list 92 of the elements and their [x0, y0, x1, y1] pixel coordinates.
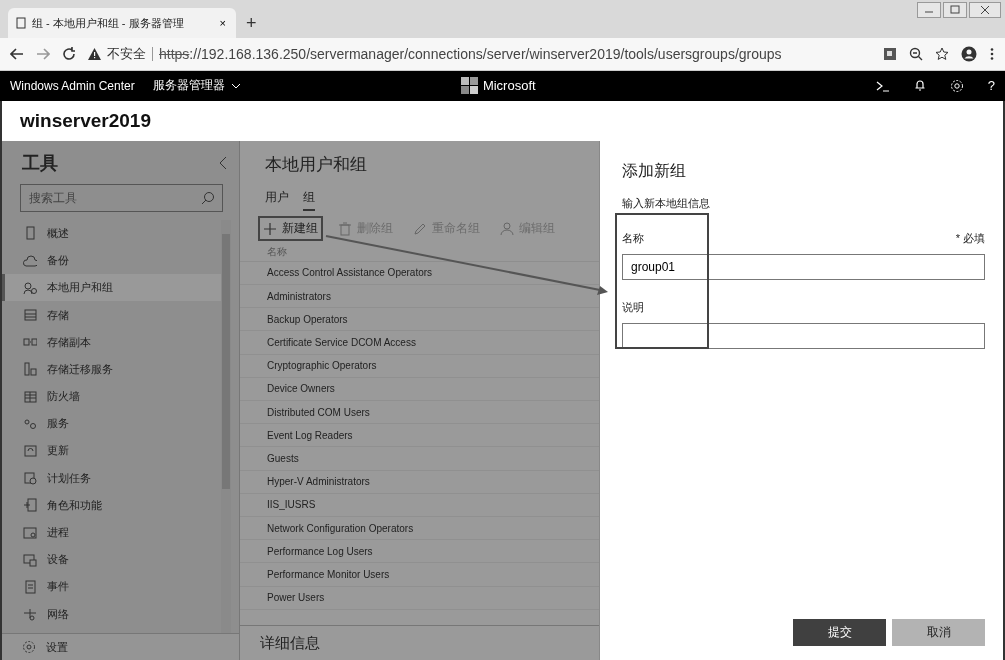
people-icon — [23, 280, 37, 295]
refresh-icon — [23, 444, 37, 458]
device-icon — [23, 226, 37, 241]
star-icon[interactable] — [935, 47, 949, 61]
table-row[interactable]: IIS_IUSRS — [240, 493, 599, 517]
zoom-icon[interactable] — [909, 47, 923, 61]
url-text[interactable]: https://192.168.136.250/servermanager/connections/server/winserver2019/tools/usersgroups/groups — [159, 46, 782, 62]
close-icon[interactable] — [969, 2, 1001, 18]
table-row[interactable]: Backup Operators — [240, 308, 599, 332]
sidebar-item[interactable]: 备份 — [2, 247, 221, 275]
settings-icon — [22, 640, 36, 654]
person-icon — [500, 221, 514, 236]
sidebar-item[interactable]: 概述 — [2, 219, 221, 248]
sidebar-item[interactable]: 存储副本 — [2, 328, 221, 356]
browser-tab[interactable]: 组 - 本地用户和组 - 服务器管理 × — [8, 8, 236, 38]
sidebar-item[interactable]: 进程 — [2, 518, 221, 547]
sidebar-item[interactable]: 计划任务 — [2, 464, 221, 492]
details-header[interactable]: 详细信息 — [240, 625, 599, 660]
sidebar-title: 工具 — [22, 151, 58, 175]
new-tab-button[interactable]: + — [244, 13, 259, 34]
panel-title: 添加新组 — [622, 160, 687, 181]
help-button[interactable]: ? — [987, 78, 995, 94]
sidebar-item[interactable]: 更新 — [2, 437, 221, 465]
collapse-icon[interactable] — [219, 155, 227, 170]
sidebar-item[interactable]: 防火墙 — [2, 383, 221, 411]
field-label: 说明 — [622, 299, 644, 315]
plus-icon — [263, 221, 277, 236]
back-icon[interactable] — [10, 47, 24, 61]
panel-subtitle: 输入新本地组信息 — [622, 195, 711, 211]
field-label: 名称 — [622, 230, 644, 246]
brand-name: Microsoft — [482, 78, 536, 94]
table-row[interactable]: Distributed COM Users — [240, 401, 599, 425]
scrollbar[interactable] — [221, 219, 231, 633]
network-icon — [23, 607, 37, 622]
terminal-icon[interactable] — [875, 79, 890, 92]
table-row[interactable]: Performance Monitor Users — [240, 563, 599, 587]
settings-item[interactable]: 设置 — [2, 633, 239, 660]
search-icon[interactable] — [201, 190, 215, 205]
window-icon — [23, 525, 37, 540]
table-row[interactable]: Performance Log Users — [240, 540, 599, 564]
table-row[interactable]: Network Configuration Operators — [240, 516, 599, 541]
table-row[interactable]: Cryptographic Operators — [240, 354, 599, 378]
tab[interactable]: 组 — [303, 188, 315, 211]
monitor-icon — [23, 552, 37, 567]
table-row[interactable]: Power Users — [240, 586, 599, 610]
menu-icon[interactable] — [989, 47, 995, 61]
trash-icon — [338, 221, 352, 236]
sidebar-item[interactable]: 网络 — [2, 600, 221, 628]
search-field[interactable]: 搜索工具 — [20, 183, 223, 212]
grid-icon — [23, 389, 37, 404]
account-icon[interactable] — [961, 46, 977, 62]
table-row[interactable]: Administrators — [240, 285, 599, 309]
pencil-icon — [413, 221, 427, 236]
server-manager-menu[interactable]: 服务器管理器 — [152, 77, 241, 95]
table-row[interactable]: Certificate Service DCOM Access — [240, 331, 599, 355]
sidebar-item[interactable]: 存储 — [2, 301, 221, 329]
tab[interactable]: 用户 — [265, 188, 289, 211]
server-name: winserver2019 — [20, 109, 151, 132]
forward-icon[interactable] — [36, 47, 50, 61]
settings-icon[interactable] — [949, 78, 964, 93]
input-field[interactable] — [622, 322, 985, 349]
sidebar-item[interactable]: 事件 — [2, 573, 221, 601]
product-name[interactable]: Windows Admin Center — [10, 78, 135, 93]
close-tab-button[interactable]: × — [217, 17, 228, 29]
logo-icon — [460, 76, 479, 95]
toolbar-button[interactable]: 新建组 — [260, 218, 321, 240]
sidebar-item[interactable]: 设备 — [2, 546, 221, 574]
table-row[interactable]: Access Control Assistance Operators — [240, 261, 599, 286]
sidebar-item[interactable]: 本地用户和组 — [2, 274, 221, 302]
bell-icon[interactable] — [913, 79, 926, 93]
sidebar-item[interactable]: 存储迁移服务 — [2, 355, 221, 383]
table-row[interactable]: Event Log Readers — [240, 424, 599, 448]
sidebar-item[interactable]: 角色和功能 — [2, 491, 221, 519]
sidebar-item[interactable]: 服务 — [2, 410, 221, 438]
required-note: * 必填 — [955, 230, 985, 246]
list-icon — [23, 308, 37, 323]
calendar-icon — [23, 471, 37, 486]
table-row[interactable]: Device Owners — [240, 377, 599, 401]
security-label[interactable]: 不安全 — [107, 45, 146, 63]
chevron-down-icon[interactable] — [230, 82, 241, 89]
table-row[interactable]: Hyper-V Administrators — [240, 470, 599, 494]
warning-icon — [88, 48, 101, 60]
blocks-icon — [23, 362, 37, 377]
cloud-icon — [23, 253, 37, 268]
submit-button[interactable]: 提交 — [793, 619, 886, 646]
page-icon — [16, 17, 26, 29]
pane-title: 本地用户和组 — [264, 153, 368, 176]
table-row[interactable]: Guests — [240, 447, 599, 471]
cancel-button[interactable]: 取消 — [892, 619, 985, 646]
circles-icon — [23, 416, 37, 431]
reload-icon[interactable] — [62, 47, 76, 61]
input-field[interactable]: group01 — [622, 253, 985, 280]
